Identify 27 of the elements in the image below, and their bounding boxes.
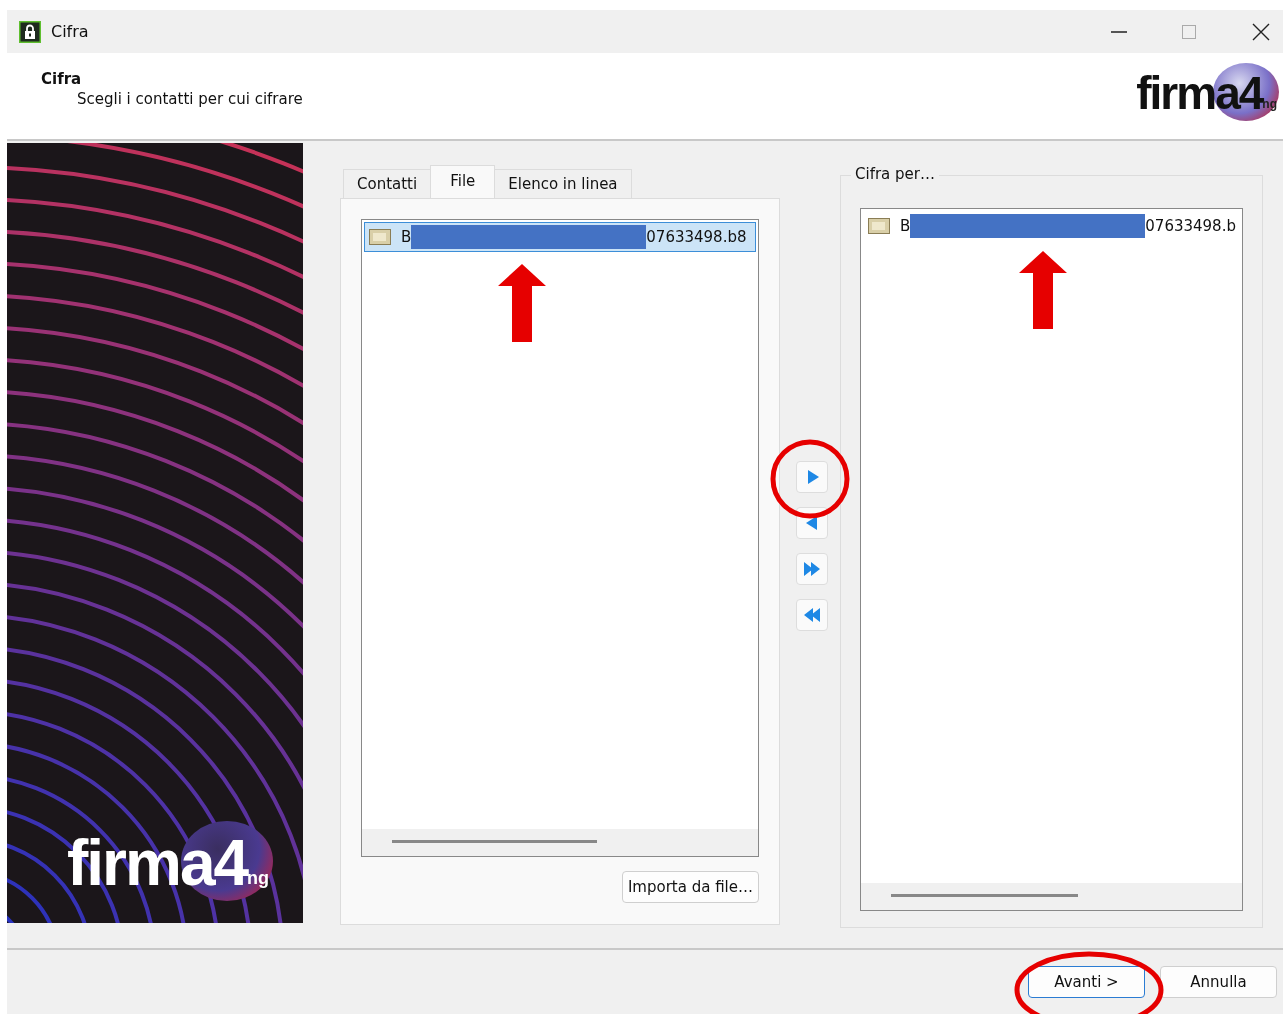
tab[interactable]: File (430, 165, 496, 198)
list-item[interactable]: B 07633498.b (863, 211, 1240, 241)
minimize-icon (1111, 30, 1127, 33)
close-icon (1251, 21, 1271, 42)
double-triangle-right-icon (802, 559, 822, 579)
file-name: B 07633498.b (900, 214, 1236, 238)
certificate-icon (868, 218, 890, 234)
page-subtitle: Scegli i contatti per cui cifrare (77, 90, 303, 108)
page-title: Cifra (41, 70, 83, 88)
padlock-icon (19, 20, 41, 43)
window-title: Cifra (51, 22, 89, 41)
certificate-icon (369, 229, 391, 245)
group-title: Cifra per… (851, 165, 939, 183)
tab[interactable]: Contatti (343, 169, 432, 198)
dialog-button[interactable]: Annulla (1160, 966, 1277, 998)
tab[interactable]: Elenco in linea (494, 169, 632, 198)
horizontal-scrollbar[interactable] (362, 829, 758, 856)
dialog-button[interactable]: Avanti > (1028, 966, 1145, 998)
horizontal-scrollbar[interactable] (861, 883, 1242, 910)
import-button[interactable]: Importa da file… (621, 871, 759, 903)
file-name: B 07633498.b8 (401, 225, 747, 249)
move-all-right-button[interactable] (796, 553, 828, 585)
list-item[interactable]: B 07633498.b8 (364, 222, 756, 252)
move-all-left-button[interactable] (796, 599, 828, 631)
move-right-button[interactable] (796, 461, 828, 493)
firma4-logo: firma4ng (1136, 63, 1279, 121)
double-triangle-left-icon (802, 605, 822, 625)
